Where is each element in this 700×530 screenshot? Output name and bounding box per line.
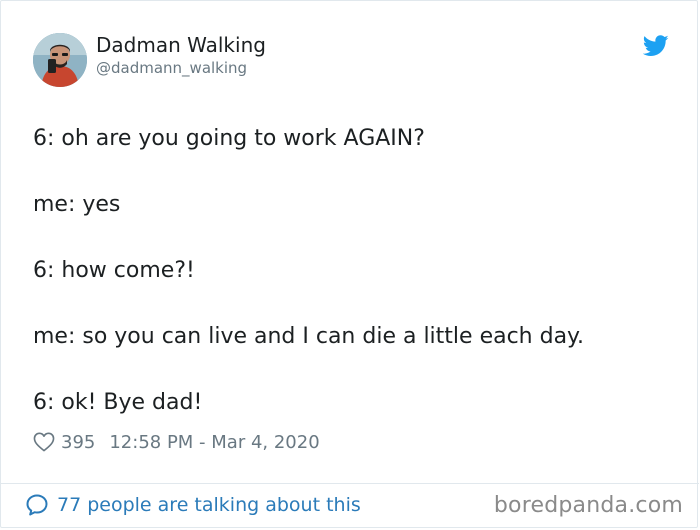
author-display-name[interactable]: Dadman Walking <box>96 33 266 57</box>
twitter-bird-icon[interactable] <box>643 35 669 57</box>
speech-bubble-icon <box>26 494 48 516</box>
divider <box>1 483 699 484</box>
tweet-line: 6: how come?! <box>33 258 195 283</box>
tweet-body: 6: oh are you going to work AGAIN? me: y… <box>33 123 673 453</box>
avatar-photo <box>33 33 87 87</box>
watermark: boredpanda.com <box>493 493 683 518</box>
tweet-line: me: yes <box>33 192 121 217</box>
tweet-line: me: so you can live and I can die a litt… <box>33 324 584 349</box>
talking-link[interactable]: 77 people are talking about this <box>25 493 361 517</box>
heart-icon[interactable] <box>33 432 55 452</box>
tweet-card: Dadman Walking @dadmann_walking 6: oh ar… <box>0 0 699 528</box>
talking-label[interactable]: 77 people are talking about this <box>57 494 361 516</box>
like-count[interactable]: 395 <box>61 432 95 453</box>
author-handle[interactable]: @dadmann_walking <box>96 59 247 77</box>
tweet-line: 6: ok! Bye dad! <box>33 390 203 415</box>
tweet-meta: 395 12:58 PM - Mar 4, 2020 <box>33 429 320 455</box>
avatar[interactable] <box>33 33 87 87</box>
tweet-line: 6: oh are you going to work AGAIN? <box>33 126 425 151</box>
tweet-timestamp[interactable]: 12:58 PM - Mar 4, 2020 <box>109 432 319 453</box>
